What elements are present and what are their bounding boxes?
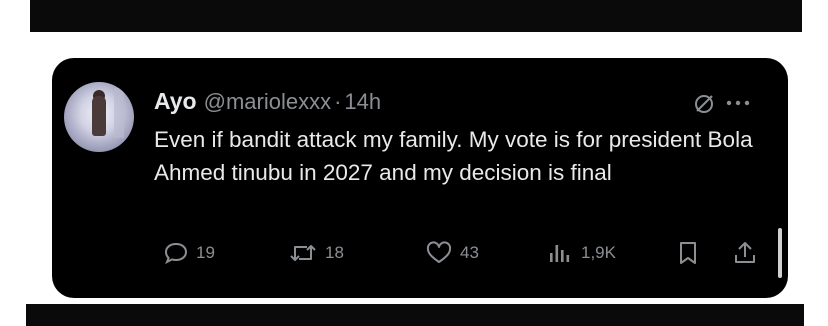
repost-count: 18 <box>325 243 344 262</box>
grok-icon[interactable] <box>692 92 716 116</box>
like-icon <box>425 241 453 265</box>
more-options-icon[interactable] <box>724 96 754 108</box>
views-icon <box>546 241 574 265</box>
tweet-card[interactable]: Ayo @mariolexxx · 14h Even if bandit att… <box>52 58 788 298</box>
top-dark-bar <box>30 0 802 32</box>
tweet-header: Ayo @mariolexxx · 14h <box>154 88 381 118</box>
avatar[interactable] <box>64 82 134 152</box>
share-button[interactable] <box>732 236 758 270</box>
avatar-figure <box>92 96 106 136</box>
reply-count: 19 <box>196 243 215 262</box>
tweet-text: Even if bandit attack my family. My vote… <box>154 127 753 185</box>
bookmark-button[interactable] <box>676 236 700 270</box>
reply-icon <box>163 241 189 265</box>
repost-button[interactable]: 18 <box>288 236 344 270</box>
tweet-timestamp[interactable]: 14h <box>344 89 381 115</box>
bookmark-icon <box>676 240 700 266</box>
author-name[interactable]: Ayo <box>154 88 197 115</box>
separator-dot: · <box>334 89 342 114</box>
avatar-wall <box>114 88 124 138</box>
repost-icon <box>288 241 318 265</box>
share-icon <box>732 240 758 266</box>
views-button[interactable]: 1,9K <box>546 236 616 270</box>
scrollbar-thumb[interactable] <box>778 228 782 278</box>
bottom-dark-bar <box>26 304 804 326</box>
like-button[interactable]: 43 <box>425 236 479 270</box>
like-count: 43 <box>460 243 479 262</box>
reply-button[interactable]: 19 <box>163 236 215 270</box>
author-handle[interactable]: @mariolexxx <box>204 89 331 115</box>
views-count: 1,9K <box>581 243 616 262</box>
tweet-actions: 19 18 43 1,9K <box>52 236 788 270</box>
